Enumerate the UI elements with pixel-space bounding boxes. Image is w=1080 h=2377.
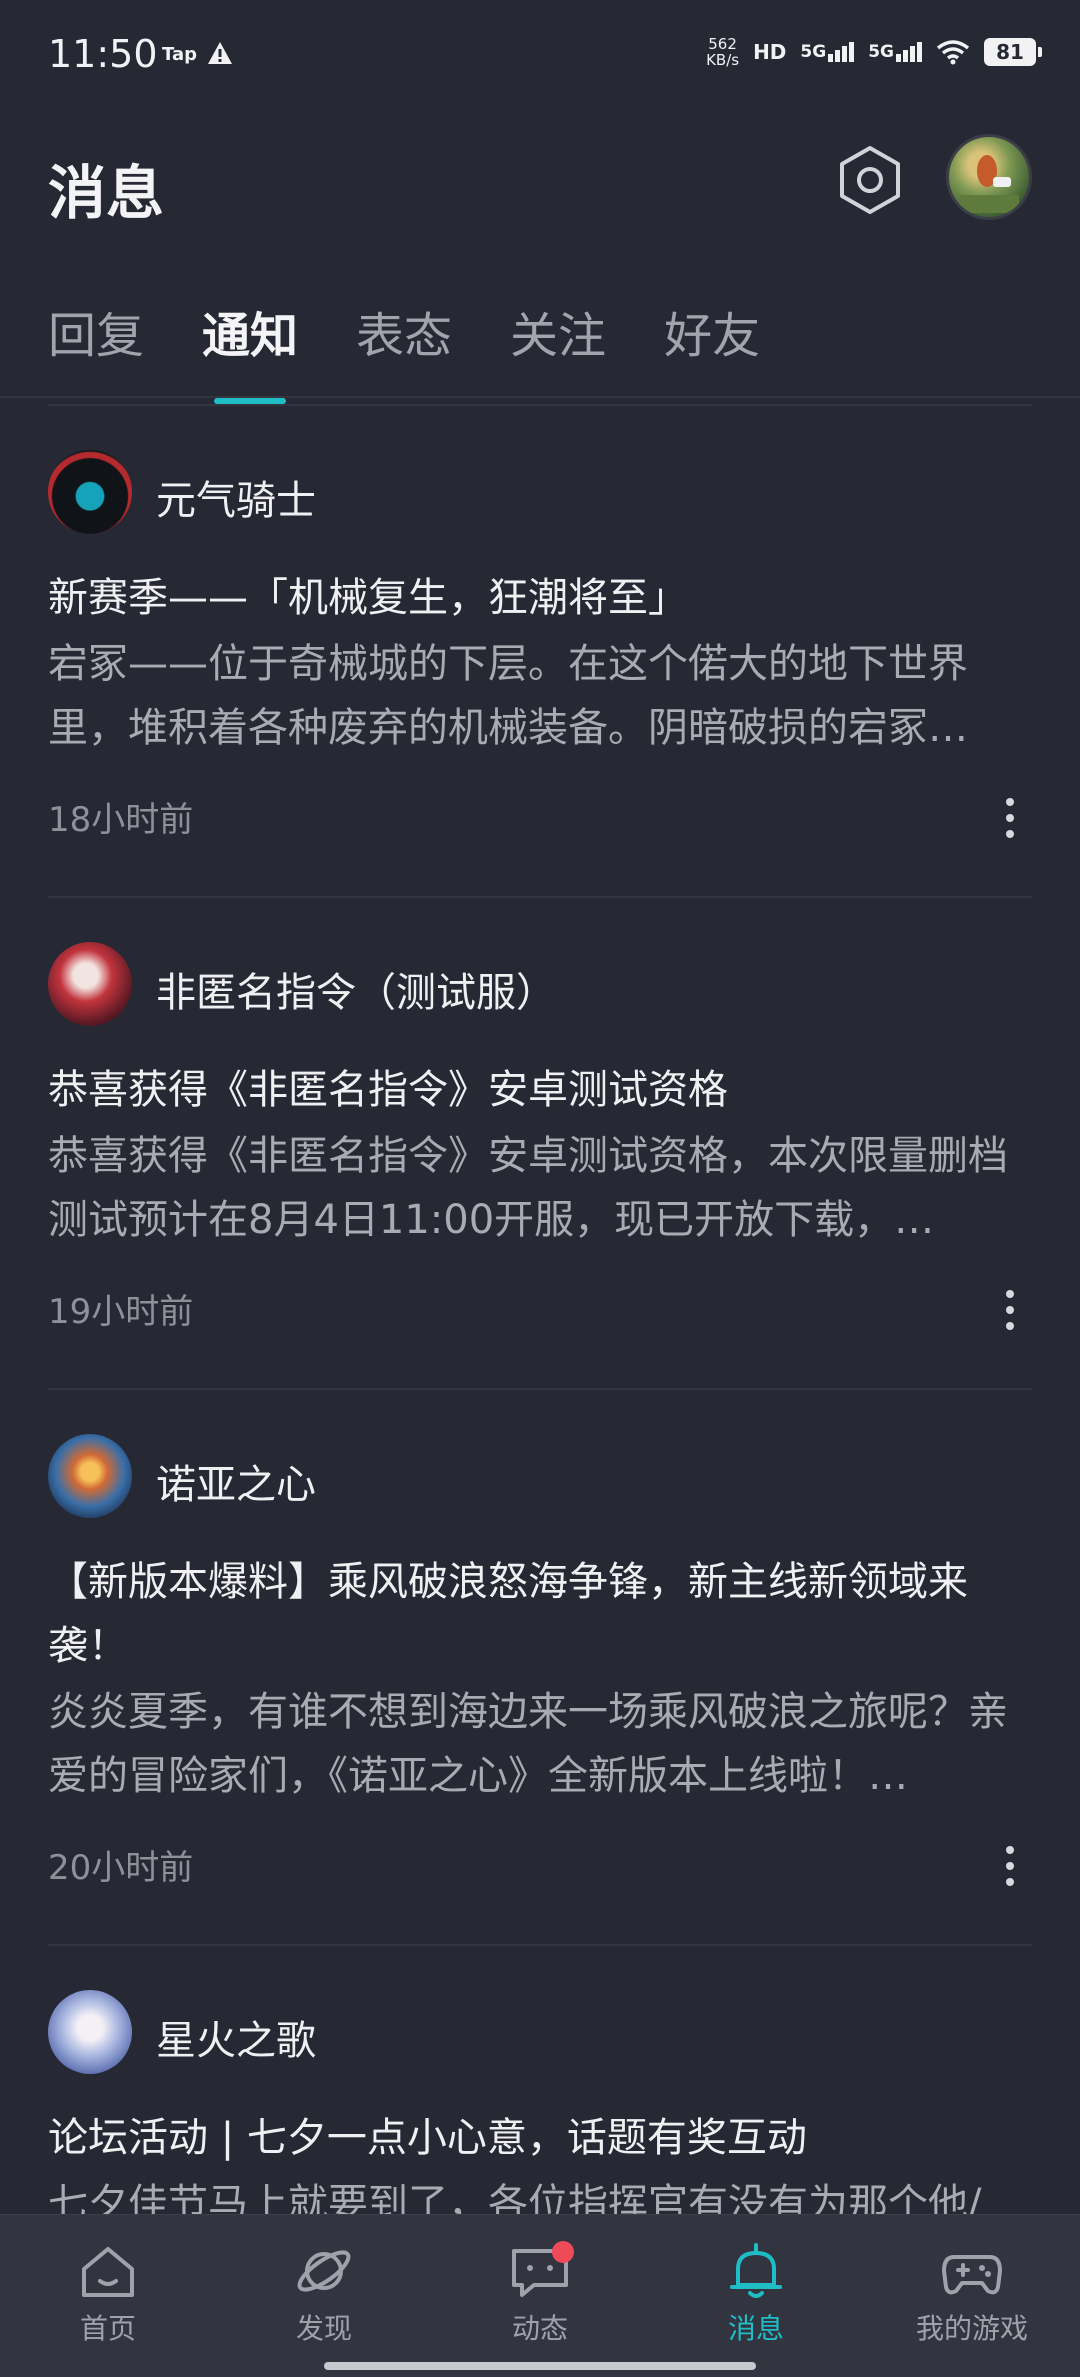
tap-badge: Tap bbox=[162, 44, 197, 65]
nav-my-games-label: 我的游戏 bbox=[915, 2312, 1028, 2345]
notification-body: 恭喜获得《非匿名指令》安卓测试资格，本次限量删档测试预计在8月4日11:00开服… bbox=[48, 1133, 1008, 1243]
notification-body: 炎炎夏季，有谁不想到海边来一场乘风破浪之旅呢？亲爱的冒险家们，《诺亚之心》全新版… bbox=[48, 1689, 1008, 1799]
more-options-icon[interactable] bbox=[998, 1846, 1022, 1894]
divider bbox=[48, 404, 1032, 406]
home-icon bbox=[82, 2247, 134, 2297]
game-logo[interactable] bbox=[48, 450, 132, 534]
nav-discover[interactable]: 发现 bbox=[254, 2241, 394, 2347]
nav-home[interactable]: 首页 bbox=[38, 2241, 178, 2347]
game-name[interactable]: 星火之歌 bbox=[156, 2008, 316, 2066]
notification-card[interactable]: 诺亚之心 【新版本爆料】乘风破浪怒海争锋，新主线新领域来袭！ 炎炎夏季，有谁不想… bbox=[0, 1388, 1080, 1944]
network-speed: 562 KB/s bbox=[706, 36, 739, 68]
gamepad-icon bbox=[942, 2255, 1002, 2295]
status-time: 11:50 bbox=[48, 32, 158, 76]
wifi-icon bbox=[936, 40, 970, 65]
notification-headline: 论坛活动 | 七夕一点小心意，话题有奖互动 bbox=[48, 2115, 807, 2161]
tab-bar: 回复 通知 表态 关注 好友 bbox=[48, 296, 760, 404]
nav-feed[interactable]: 动态 bbox=[470, 2241, 610, 2347]
tab-follow[interactable]: 关注 bbox=[510, 296, 606, 366]
tab-friends[interactable]: 好友 bbox=[664, 296, 760, 366]
hd-icon: HD bbox=[753, 40, 787, 64]
nav-feed-label: 动态 bbox=[511, 2312, 568, 2345]
notification-badge bbox=[552, 2241, 574, 2263]
notification-headline: 新赛季——「机械复生，狂潮将至」 bbox=[48, 575, 688, 621]
game-name[interactable]: 诺亚之心 bbox=[156, 1452, 316, 1510]
notification-headline: 【新版本爆料】乘风破浪怒海争锋，新主线新领域来袭！ bbox=[48, 1559, 968, 1669]
network-speed-unit: KB/s bbox=[706, 51, 740, 69]
bell-icon bbox=[730, 2243, 782, 2298]
notification-time: 20小时前 bbox=[48, 1848, 194, 1888]
notification-time: 19小时前 bbox=[48, 1292, 194, 1332]
notification-card[interactable]: 非匿名指令（测试服） 恭喜获得《非匿名指令》安卓测试资格 恭喜获得《非匿名指令》… bbox=[0, 896, 1080, 1388]
tab-reply[interactable]: 回复 bbox=[48, 296, 144, 366]
avatar-image bbox=[959, 155, 1019, 213]
nav-messages-label: 消息 bbox=[727, 2312, 784, 2345]
avatar[interactable] bbox=[946, 134, 1032, 220]
notification-card[interactable]: 星火之歌 论坛活动 | 七夕一点小心意，话题有奖互动 七夕佳节马上就要到了，各位… bbox=[0, 1944, 1080, 2214]
game-logo[interactable] bbox=[48, 942, 132, 1026]
game-logo[interactable] bbox=[48, 1434, 132, 1518]
notification-list: 元气骑士 新赛季——「机械复生，狂潮将至」 宕冢——位于奇械城的下层。在这个偌大… bbox=[0, 404, 1080, 2214]
notification-headline: 恭喜获得《非匿名指令》安卓测试资格 bbox=[48, 1067, 728, 1113]
nav-home-label: 首页 bbox=[79, 2312, 136, 2345]
game-logo[interactable] bbox=[48, 1990, 132, 2074]
tabs-divider bbox=[0, 396, 1080, 398]
sim1-label: 5G bbox=[800, 42, 827, 62]
bottom-navigation: 首页 发现 动态 消息 我的游戏 bbox=[0, 2214, 1080, 2377]
more-options-icon[interactable] bbox=[998, 1290, 1022, 1338]
settings-icon[interactable] bbox=[834, 144, 906, 216]
status-bar: 11:50 Tap 562 KB/s HD 5G 5G 81 bbox=[0, 0, 1080, 110]
notification-body: 七夕佳节马上就要到了，各位指挥官有没有为那个他/ bbox=[48, 2181, 982, 2214]
signal-icon-2: 5G bbox=[868, 42, 922, 62]
network-speed-value: 562 bbox=[708, 35, 737, 53]
nav-messages[interactable]: 消息 bbox=[686, 2241, 826, 2347]
status-icons: 562 KB/s HD 5G 5G 81 bbox=[706, 36, 1042, 68]
notification-card[interactable]: 元气骑士 新赛季——「机械复生，狂潮将至」 宕冢——位于奇械城的下层。在这个偌大… bbox=[0, 404, 1080, 896]
notification-time: 18小时前 bbox=[48, 800, 194, 840]
divider bbox=[48, 896, 1032, 898]
tab-notification[interactable]: 通知 bbox=[202, 296, 298, 404]
warning-icon bbox=[208, 42, 232, 64]
home-indicator[interactable] bbox=[324, 2362, 756, 2370]
signal-icon-1: 5G bbox=[800, 42, 855, 62]
game-name[interactable]: 元气骑士 bbox=[156, 468, 316, 526]
page-title: 消息 bbox=[48, 159, 165, 227]
nav-discover-label: 发现 bbox=[295, 2312, 352, 2345]
more-options-icon[interactable] bbox=[998, 798, 1022, 846]
planet-icon bbox=[297, 2250, 351, 2292]
divider bbox=[48, 1944, 1032, 1946]
notification-body: 宕冢——位于奇械城的下层。在这个偌大的地下世界里，堆积着各种废弃的机械装备。阴暗… bbox=[48, 641, 968, 751]
divider bbox=[48, 1388, 1032, 1390]
battery-icon: 81 bbox=[984, 38, 1042, 66]
tab-reaction[interactable]: 表态 bbox=[356, 296, 452, 366]
sim2-label: 5G bbox=[868, 42, 894, 62]
nav-my-games[interactable]: 我的游戏 bbox=[902, 2241, 1042, 2347]
game-name[interactable]: 非匿名指令（测试服） bbox=[156, 960, 556, 1018]
